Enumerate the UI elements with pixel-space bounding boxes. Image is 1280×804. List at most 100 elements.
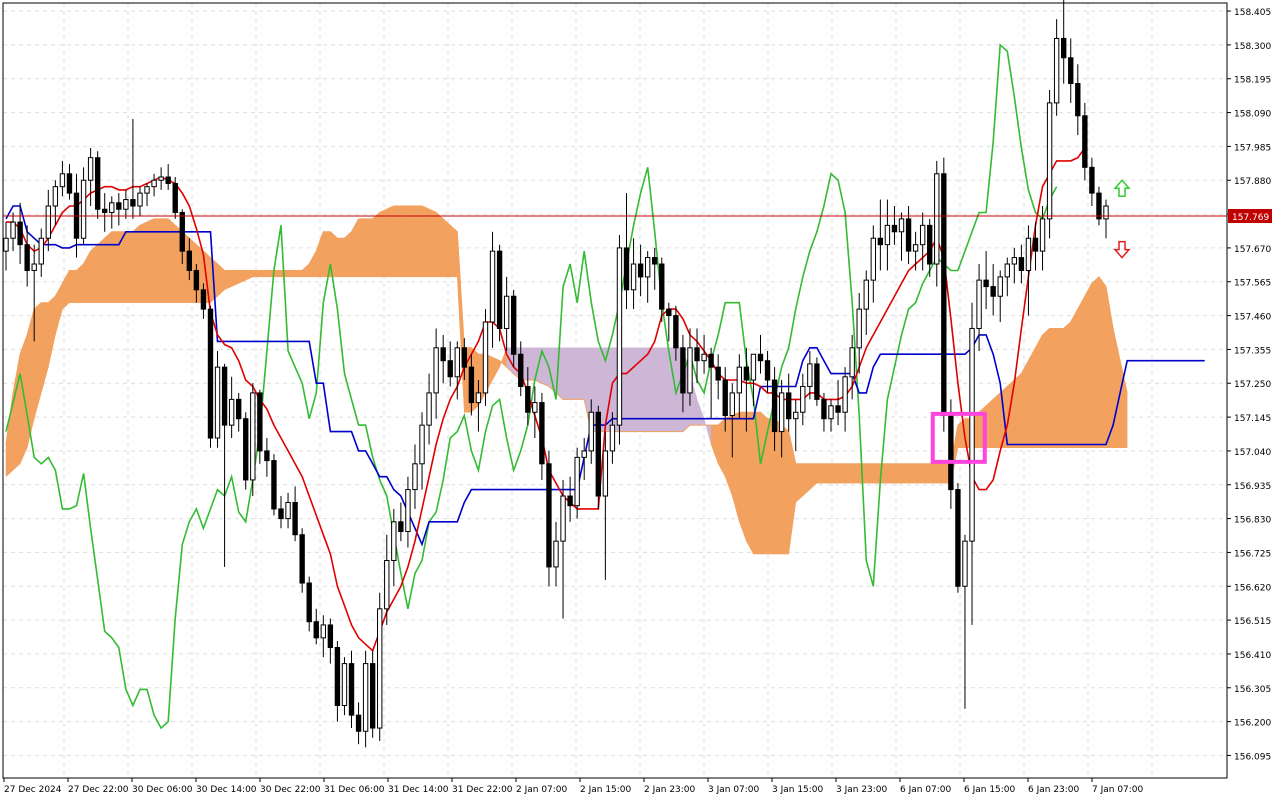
- kumo-segment: [837, 463, 846, 484]
- candle-body-bull: [729, 392, 735, 416]
- candle-body-bear: [694, 347, 700, 362]
- x-tick-label: 27 Dec 2024: [4, 785, 62, 795]
- candle-body-bear: [369, 663, 376, 729]
- y-tick-label: 158.090: [1234, 110, 1271, 120]
- y-tick-label: 158.300: [1234, 42, 1271, 52]
- kumo-segment: [1035, 334, 1043, 448]
- candle-body-bull: [750, 353, 757, 381]
- candle-body-bear: [652, 257, 658, 265]
- candle-body-bull: [609, 424, 616, 452]
- kumo-segment: [739, 412, 747, 542]
- candle-body-bear: [313, 621, 319, 639]
- candle-body-bull: [377, 608, 383, 729]
- candle-body-bear: [292, 501, 298, 536]
- candle: [369, 650, 376, 738]
- x-tick-label: 2 Jan 15:00: [580, 785, 632, 795]
- candle-body-bear: [905, 218, 912, 252]
- candle-body-bull: [898, 218, 905, 233]
- candle-body-bull: [144, 186, 150, 194]
- candle-body-bear: [835, 405, 841, 413]
- kumo-segment: [69, 270, 77, 303]
- candle-body-bear: [179, 211, 185, 252]
- x-tick-label: 30 Dec 22:00: [260, 785, 321, 795]
- x-tick-label: 6 Jan 07:00: [900, 785, 952, 795]
- kumo-segment: [19, 334, 28, 464]
- candle-body-bear: [1082, 115, 1088, 168]
- candle-body-bear: [221, 366, 228, 426]
- kumo-segment: [337, 237, 345, 278]
- kumo-segment: [139, 221, 148, 303]
- y-tick-label: 157.670: [1234, 245, 1271, 255]
- candle-body-bear: [165, 176, 171, 184]
- candle-body-bull: [919, 224, 926, 246]
- kumo-segment: [1056, 328, 1064, 448]
- x-tick-label: 7 Jan 07:00: [1092, 785, 1144, 795]
- candle-body-bull: [560, 495, 566, 542]
- kumo-segment: [1049, 328, 1057, 448]
- candle: [955, 483, 961, 593]
- kumo-segment: [915, 463, 923, 484]
- kumo-segment: [435, 211, 444, 278]
- kumo-segment: [442, 218, 451, 278]
- candle-body-bull: [475, 392, 482, 404]
- y-tick-label: 157.880: [1234, 177, 1271, 187]
- x-tick-label: 30 Dec 06:00: [132, 785, 193, 795]
- x-tick-label: 31 Dec 14:00: [388, 785, 449, 795]
- candle-body-bull: [581, 450, 587, 458]
- candle-body-bear: [271, 460, 277, 510]
- kumo-segment: [562, 347, 571, 400]
- current-price-label: 157.769: [1232, 213, 1269, 223]
- candle: [941, 157, 947, 432]
- kumo-segment: [844, 463, 853, 484]
- candle-body-bear: [821, 398, 827, 420]
- candle-body-bear: [24, 244, 30, 271]
- kumo-segment: [936, 463, 945, 484]
- kumo-segment: [372, 211, 380, 278]
- candle-body-bull: [778, 392, 785, 433]
- candle-body-bull: [800, 385, 806, 413]
- kumo-segment: [527, 347, 536, 381]
- y-tick-label: 157.250: [1234, 380, 1271, 390]
- candle-body-bear: [496, 250, 503, 329]
- candle-body-bear: [539, 402, 545, 465]
- candle-body-bear: [468, 366, 475, 404]
- candle-body-bull: [997, 276, 1003, 297]
- kumo-segment: [365, 218, 373, 278]
- candle-body-bear: [207, 308, 214, 439]
- candle-body-bear: [757, 353, 764, 362]
- candle-body-bull: [87, 157, 94, 181]
- candle-body-bear: [743, 366, 750, 381]
- candle-body-bull: [419, 424, 425, 465]
- candle-body-bear: [983, 279, 989, 288]
- candle-body-bull: [630, 263, 637, 291]
- candle-body-bull: [1046, 102, 1053, 220]
- candle: [172, 177, 178, 219]
- candle: [250, 383, 256, 497]
- y-tick-label: 157.985: [1234, 143, 1271, 153]
- candle-body-bear: [398, 521, 404, 532]
- kumo-segment: [922, 463, 930, 484]
- y-tick-label: 157.565: [1234, 279, 1271, 289]
- candle: [482, 309, 489, 406]
- kumo-segment: [1021, 360, 1029, 448]
- candle-body-bear: [715, 366, 721, 381]
- kumo-segment: [111, 231, 120, 303]
- kumo-segment: [1098, 276, 1107, 448]
- candle-body-bull: [250, 392, 256, 481]
- candle-body-bear: [814, 363, 820, 400]
- candle-body-bear: [708, 353, 714, 368]
- candle-body-bear: [1068, 57, 1074, 85]
- kumo-segment: [767, 418, 775, 555]
- candle-body-bull: [80, 179, 87, 239]
- candle-body-bull: [574, 456, 580, 507]
- candle-body-bull: [969, 327, 975, 542]
- candle-body-bear: [355, 714, 362, 732]
- kumo-segment: [1014, 373, 1022, 448]
- kumo-segment: [830, 463, 839, 484]
- kumo-segment: [125, 231, 134, 303]
- candle-body-bear: [771, 379, 778, 433]
- kumo-segment: [1084, 283, 1093, 448]
- candle-body-bear: [264, 450, 270, 462]
- y-tick-label: 156.200: [1234, 719, 1271, 729]
- kumo-segment: [992, 392, 1001, 448]
